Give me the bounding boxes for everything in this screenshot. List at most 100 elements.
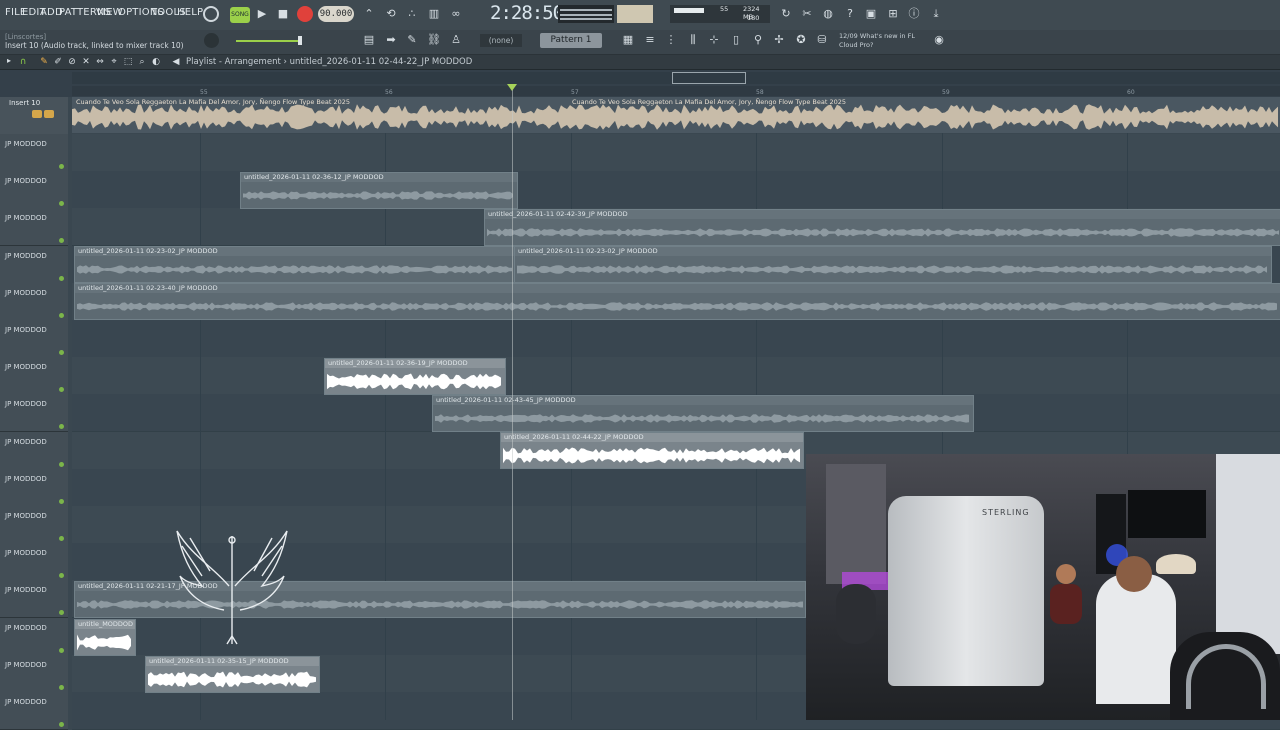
- brush-icon[interactable]: ✎: [405, 33, 419, 47]
- audio-clip[interactable]: untitled_2026-01-11 02-23-02_JP MODDOD: [74, 246, 516, 283]
- playback-icon[interactable]: ◐: [150, 56, 162, 68]
- channel-rack-icon[interactable]: ⋮: [664, 33, 678, 47]
- stamp-icon[interactable]: ♙: [449, 33, 463, 47]
- beat-audio-track[interactable]: Cuando Te Veo Sola Reggaeton La Mafia De…: [72, 97, 1280, 133]
- track-header[interactable]: JP MODDOD: [0, 506, 68, 544]
- piano-roll-icon[interactable]: ≡: [643, 33, 657, 47]
- mute-icon[interactable]: ✕: [80, 56, 92, 68]
- master-volume-handle[interactable]: [298, 36, 302, 45]
- audio-clip[interactable]: untitled_2026-01-11 02-42-39_JP MODDOD: [484, 209, 1280, 246]
- pencil-icon[interactable]: ✎: [38, 56, 50, 68]
- track-enable-dot[interactable]: [59, 684, 64, 690]
- track-enable-dot[interactable]: [59, 275, 64, 281]
- play-icon[interactable]: ▶: [255, 7, 269, 21]
- slice-icon[interactable]: ⌖: [108, 56, 120, 68]
- track-header[interactable]: JP MODDOD: [0, 617, 68, 656]
- track-lane[interactable]: [72, 357, 1280, 396]
- loop-record-icon[interactable]: ⟲: [384, 7, 398, 21]
- audio-clip[interactable]: untitled_2026-01-11 02-23-02_JP MODDOD: [514, 246, 1272, 283]
- patcher-icon[interactable]: ⊹: [707, 33, 721, 47]
- blend-notes-icon[interactable]: ▥: [427, 7, 441, 21]
- track-enable-dot[interactable]: [59, 424, 64, 430]
- audio-clip[interactable]: untitled_2026-01-11 02-43-45_JP MODDOD: [432, 395, 974, 432]
- help-icon[interactable]: ?: [843, 7, 857, 21]
- pitch-knob-icon[interactable]: [204, 33, 219, 48]
- slip-icon[interactable]: ⇔: [94, 56, 106, 68]
- wand-icon[interactable]: ✪: [794, 33, 808, 47]
- audio-clip[interactable]: untitled_2026-01-11 02-36-19_JP MODDOD: [324, 358, 506, 395]
- speaker-icon[interactable]: ◀: [170, 56, 182, 68]
- mixer-window-icon[interactable]: ⫼: [686, 33, 700, 47]
- track-enable-dot[interactable]: [59, 610, 64, 616]
- track-enable-dot[interactable]: [59, 238, 64, 244]
- playlist-window-icon[interactable]: ▦: [621, 33, 635, 47]
- cart-icon[interactable]: ⛁: [815, 33, 829, 47]
- audio-clip[interactable]: untitle_MODDOD: [74, 619, 136, 656]
- paint-icon[interactable]: ✐: [52, 56, 64, 68]
- track-enable-dot[interactable]: [59, 461, 64, 467]
- track-header[interactable]: JP MODDOD: [0, 320, 68, 358]
- track-header[interactable]: JP MODDOD: [0, 543, 68, 582]
- track-header[interactable]: JP MODDOD: [0, 171, 68, 210]
- track-header[interactable]: JP MODDOD: [0, 468, 68, 507]
- track-header[interactable]: JP MODDOD: [0, 580, 68, 619]
- track-header[interactable]: JP MODDOD: [0, 357, 68, 396]
- refresh-icon[interactable]: ↻: [779, 7, 793, 21]
- track-enable-dot[interactable]: [59, 498, 64, 504]
- track-insert-10[interactable]: Insert 10: [0, 97, 68, 135]
- track-lane[interactable]: [72, 134, 1280, 172]
- track-header[interactable]: JP MODDOD: [0, 208, 68, 247]
- tools-icon[interactable]: ✢: [772, 33, 786, 47]
- tempo-display[interactable]: 90.000: [318, 6, 354, 22]
- plugin-picker-icon[interactable]: ⚲: [751, 33, 765, 47]
- track-enable-dot[interactable]: [59, 647, 64, 653]
- save-icon[interactable]: ▣: [864, 7, 878, 21]
- menu-help[interactable]: HELP: [177, 7, 203, 18]
- track-record-icon[interactable]: [44, 110, 54, 118]
- track-enable-dot[interactable]: [59, 164, 64, 169]
- step-edit-icon[interactable]: ∴: [405, 7, 419, 21]
- menu-arrow-icon[interactable]: ▸: [4, 56, 14, 66]
- track-header[interactable]: JP MODDOD: [0, 282, 68, 321]
- audio-clip[interactable]: untitled_2026-01-11 02-44-22_JP MODDOD: [500, 432, 804, 469]
- pattern-selector[interactable]: Pattern 1: [540, 33, 602, 48]
- countdown-icon[interactable]: ∞: [449, 7, 463, 21]
- stop-icon[interactable]: ■: [276, 7, 290, 21]
- track-enable-dot[interactable]: [59, 312, 64, 318]
- cut-icon[interactable]: ✂: [800, 7, 814, 21]
- track-header[interactable]: JP MODDOD: [0, 245, 68, 284]
- track-header[interactable]: JP MODDOD: [0, 692, 68, 730]
- link-icon[interactable]: ⛓: [427, 33, 441, 47]
- track-header[interactable]: JP MODDOD: [0, 654, 68, 693]
- track-enable-dot[interactable]: [59, 387, 64, 393]
- arrow-right-icon[interactable]: ➡: [384, 33, 398, 47]
- delete-icon[interactable]: ⊘: [66, 56, 78, 68]
- news-panel[interactable]: 12/09 What's new in FL Cloud Pro?: [839, 32, 929, 50]
- track-enable-dot[interactable]: [59, 722, 64, 727]
- overview-viewport[interactable]: [672, 72, 746, 84]
- globe-icon[interactable]: ◉: [932, 33, 946, 47]
- track-enable-dot[interactable]: [59, 536, 64, 541]
- track-mute-icon[interactable]: [32, 110, 42, 118]
- zoom-icon[interactable]: ⌕: [136, 56, 148, 68]
- playlist-icon[interactable]: ▤: [362, 33, 376, 47]
- master-knob-icon[interactable]: [203, 6, 219, 22]
- metronome-icon[interactable]: ⌃: [362, 7, 376, 21]
- download-icon[interactable]: ⤓: [929, 7, 943, 21]
- track-lane[interactable]: [72, 320, 1280, 358]
- browser-icon[interactable]: ▯: [729, 33, 743, 47]
- track-enable-dot[interactable]: [59, 350, 64, 355]
- master-volume-slider[interactable]: [236, 40, 300, 42]
- track-enable-dot[interactable]: [59, 573, 64, 579]
- select-icon[interactable]: ⬚: [122, 56, 134, 68]
- timeline-ruler[interactable]: [72, 86, 1280, 96]
- track-header[interactable]: JP MODDOD: [0, 431, 68, 470]
- track-enable-dot[interactable]: [59, 201, 64, 207]
- audio-clip[interactable]: untitled_2026-01-11 02-35-15_JP MODDOD: [145, 656, 320, 693]
- track-header[interactable]: JP MODDOD: [0, 134, 68, 172]
- magnet-icon[interactable]: ∩: [17, 56, 29, 68]
- snap-selector[interactable]: (none): [480, 34, 522, 47]
- mixer-icon[interactable]: ⊞: [886, 7, 900, 21]
- audio-clip[interactable]: untitled_2026-01-11 02-23-40_JP MODDOD: [74, 283, 1280, 320]
- audio-clip[interactable]: untitled_2026-01-11 02-36-12_JP MODDOD: [240, 172, 518, 209]
